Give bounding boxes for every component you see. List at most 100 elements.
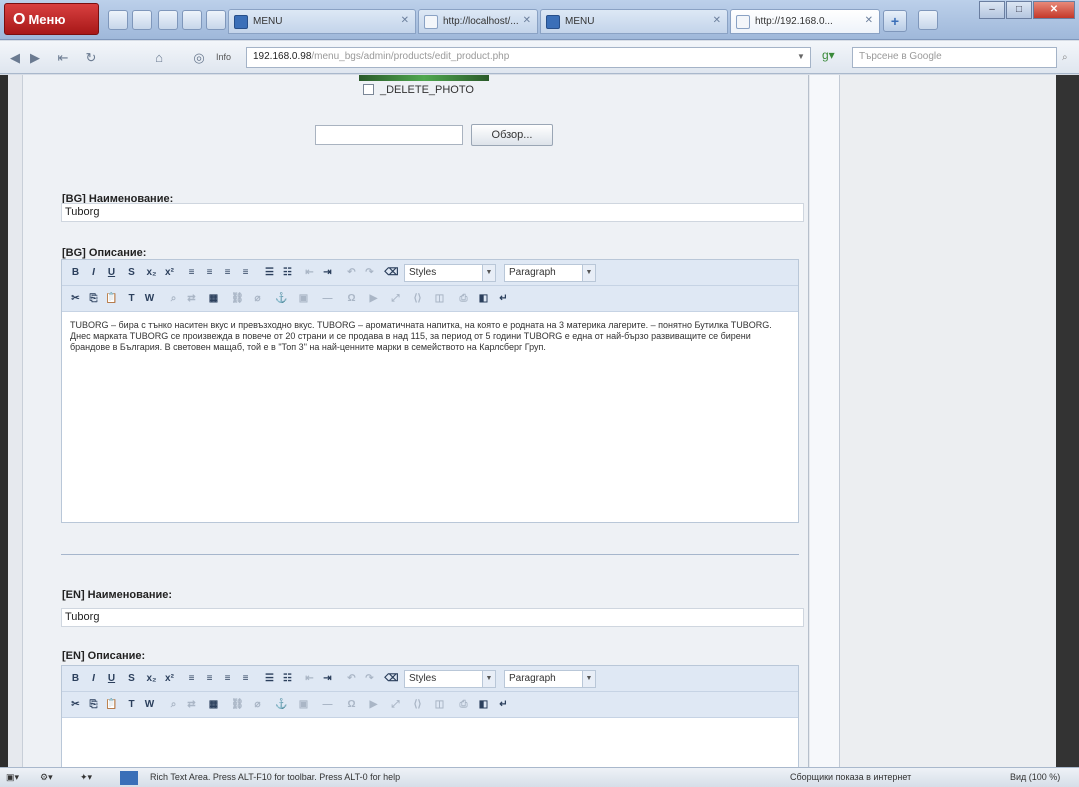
cut-icon[interactable]: ✂ [68,697,83,712]
undo-icon[interactable]: ↶ [344,265,359,280]
underline-icon[interactable]: U [104,265,119,280]
print-icon[interactable]: ⎙ [456,697,471,712]
bold-icon[interactable]: B [68,671,83,686]
checkbox-icon[interactable] [363,84,374,95]
trash-icon[interactable] [918,10,938,30]
subscript-icon[interactable]: x₂ [144,265,159,280]
table-icon[interactable]: ▦ [206,697,221,712]
tab-2[interactable]: http://localhost/... ✕ [418,9,538,34]
align-right-icon[interactable]: ≡ [220,265,235,280]
indent-icon[interactable]: ⇥ [320,265,335,280]
anchor-icon[interactable]: ⚓ [274,697,289,712]
paste-text-icon[interactable]: T [124,291,139,306]
table-icon[interactable]: ▦ [206,291,221,306]
styles-select[interactable]: Styles ▼ [404,670,496,688]
cut-icon[interactable]: ✂ [68,291,83,306]
superscript-icon[interactable]: x² [162,671,177,686]
numbered-list-icon[interactable]: ☷ [280,671,295,686]
link-icon[interactable]: ⛓ [230,291,245,306]
italic-icon[interactable]: I [86,671,101,686]
image-icon[interactable]: ▣ [296,697,311,712]
zoom-indicator[interactable]: Вид (100 %) [1010,772,1060,782]
outdent-icon[interactable]: ⇤ [302,671,317,686]
unlink-icon[interactable]: ⌀ [250,291,265,306]
hr-icon[interactable]: — [320,291,335,306]
link-icon[interactable]: ⛓ [230,697,245,712]
align-justify-icon[interactable]: ≡ [238,671,253,686]
image-icon[interactable]: ▣ [296,291,311,306]
subscript-icon[interactable]: x₂ [144,671,159,686]
browse-button[interactable]: Обзор... [471,124,553,146]
superscript-icon[interactable]: x² [162,265,177,280]
unite-icon[interactable] [182,10,202,30]
preview-icon[interactable]: ◫ [432,697,447,712]
align-right-icon[interactable]: ≡ [220,671,235,686]
underline-icon[interactable]: U [104,671,119,686]
page-break-icon[interactable]: ↵ [496,291,511,306]
anchor-icon[interactable]: ⚓ [274,291,289,306]
char-map-icon[interactable]: Ω [344,697,359,712]
paste-word-icon[interactable]: W [142,697,157,712]
strikethrough-icon[interactable]: S [124,265,139,280]
paragraph-select[interactable]: Paragraph ▼ [504,670,596,688]
outdent-icon[interactable]: ⇤ [302,265,317,280]
strikethrough-icon[interactable]: S [124,671,139,686]
cleanup-icon[interactable]: ⌫ [384,671,399,686]
tab-close-icon[interactable]: ✕ [401,15,409,26]
rewind-icon[interactable]: ⇤ [54,49,72,67]
redo-icon[interactable]: ↷ [362,265,377,280]
align-justify-icon[interactable]: ≡ [238,265,253,280]
turbo-icon[interactable]: ⚙▾ [40,772,53,783]
mail-icon[interactable] [206,10,226,30]
panel-icon[interactable] [132,10,152,30]
search-input[interactable]: Търсене в Google [852,47,1057,68]
italic-icon[interactable]: I [86,265,101,280]
char-map-icon[interactable]: Ω [344,291,359,306]
back-icon[interactable]: ◀ [6,49,24,67]
replace-icon[interactable]: ⇄ [184,697,199,712]
minimize-button[interactable]: – [979,1,1005,19]
align-center-icon[interactable]: ≡ [202,671,217,686]
bullet-list-icon[interactable]: ☰ [262,265,277,280]
opera-menu-button[interactable]: O Меню [4,3,99,35]
align-center-icon[interactable]: ≡ [202,265,217,280]
page-break-icon[interactable]: ↵ [496,697,511,712]
speed-dial-icon[interactable] [108,10,128,30]
search-icon[interactable]: ⌕ [1062,52,1068,63]
preview-icon[interactable]: ◫ [432,291,447,306]
align-left-icon[interactable]: ≡ [184,671,199,686]
home-icon[interactable]: ⌂ [150,49,168,67]
numbered-list-icon[interactable]: ☷ [280,265,295,280]
indent-icon[interactable]: ⇥ [320,671,335,686]
paste-icon[interactable]: 📋 [104,291,119,306]
delete-photo-checkbox[interactable]: _DELETE_PHOTO [363,84,474,96]
media-icon[interactable]: ▶ [366,291,381,306]
reload-icon[interactable]: ↻ [82,49,100,67]
close-window-button[interactable]: ✕ [1033,1,1075,19]
reload-icon[interactable] [158,10,178,30]
status-right-text[interactable]: Сборщики показа в интернет [790,772,911,782]
replace-icon[interactable]: ⇄ [184,291,199,306]
en-description-text[interactable] [62,718,798,734]
forward-icon[interactable]: ▶ [26,49,44,67]
address-field[interactable]: 192.168.0.98/menu_bgs/admin/products/edi… [246,47,811,68]
en-name-input[interactable]: Tuborg [61,608,804,627]
tab-1[interactable]: MENU ✕ [228,9,416,34]
hr-icon[interactable]: — [320,697,335,712]
bold-icon[interactable]: B [68,265,83,280]
media-icon[interactable]: ▶ [366,697,381,712]
find-icon[interactable]: ⌕ [166,291,181,306]
html-source-icon[interactable]: ◧ [476,697,491,712]
fullscreen-icon[interactable]: ⤢ [388,697,403,712]
find-icon[interactable]: ⌕ [166,697,181,712]
tab-3[interactable]: MENU ✕ [540,9,728,34]
redo-icon[interactable]: ↷ [362,671,377,686]
tab-close-icon[interactable]: ✕ [713,15,721,26]
print-icon[interactable]: ⎙ [456,291,471,306]
address-dropdown-icon[interactable]: ▼ [797,52,805,61]
copy-icon[interactable]: ⎘ [86,291,101,306]
code-icon[interactable]: ⟨⟩ [410,697,425,712]
unite-status-icon[interactable]: ✦▾ [80,772,92,783]
tab-close-icon[interactable]: ✕ [523,15,531,26]
copy-icon[interactable]: ⎘ [86,697,101,712]
